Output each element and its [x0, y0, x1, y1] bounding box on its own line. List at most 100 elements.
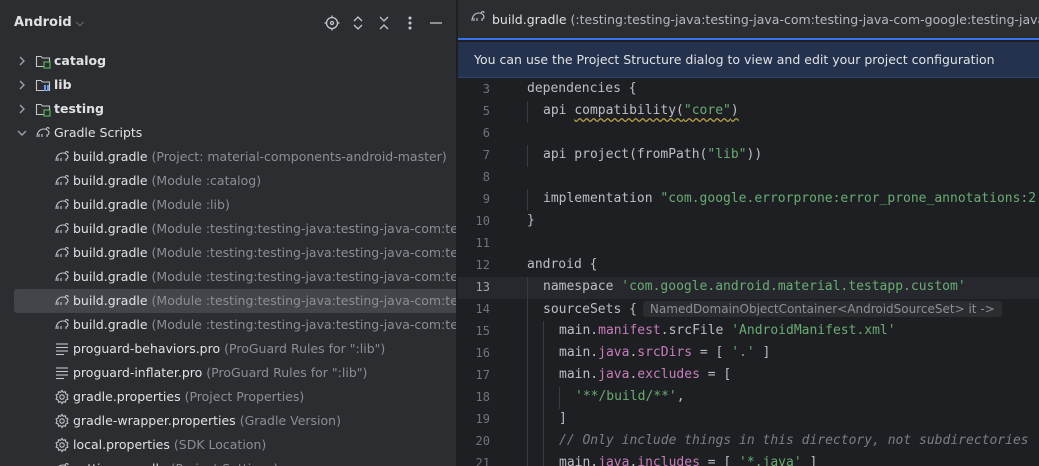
code-token: srcDirs [637, 345, 693, 360]
banner-text: You can use the Project Structure dialog… [474, 52, 995, 67]
tree-item-hint: (Module :testing:testing-java:testing-ja… [151, 317, 456, 332]
indent-guide [543, 321, 544, 343]
code-line[interactable]: 14 sourceSets {NamedDomainObjectContainer… [458, 299, 1039, 321]
tree-item[interactable]: lib [0, 73, 456, 97]
code-token: ] [754, 345, 771, 360]
chevron-down-icon: ⌵ [75, 16, 85, 29]
tree-item[interactable]: build.gradle (Project: material-component… [0, 145, 456, 169]
code-line[interactable]: 17 main.java.excludes = [ [458, 365, 1039, 387]
code-line[interactable]: 7 api project(fromPath("lib")) [458, 145, 1039, 167]
line-number: 21 [475, 456, 490, 466]
code-token: main. [559, 367, 599, 382]
indent-guide [527, 387, 528, 409]
code-token: implementation [543, 191, 661, 206]
code-line[interactable]: 8 [458, 167, 1039, 189]
code-line[interactable]: 16 main.java.srcDirs = [ '.' ] [458, 343, 1039, 365]
code-line[interactable]: 21 main.java.includes = [ '*.java' ] [458, 453, 1039, 466]
code-line[interactable]: 12 android { [458, 255, 1039, 277]
code-line[interactable]: 15 main.manifest.srcFile 'AndroidManifest… [458, 321, 1039, 343]
indent-guide [527, 277, 528, 299]
editor-tab[interactable]: build.gradle (:testing:testing-java:test… [458, 0, 1039, 40]
tree-item-label: proguard-inflater.pro (ProGuard Rules for… [73, 365, 367, 380]
code-token: ] [801, 455, 818, 466]
tree-item-hint: (Project Properties) [184, 389, 305, 404]
code-line[interactable]: 6 [458, 123, 1039, 145]
tree-item[interactable]: build.gradle (Module :testing:testing-jav… [0, 313, 456, 337]
settings-gear-icon [54, 389, 70, 405]
tree-item[interactable]: build.gradle (Module :testing:testing-jav… [14, 289, 456, 313]
tree-item-hint: (Project: material-components-android-ma… [151, 149, 447, 164]
line-number: 9 [482, 192, 490, 206]
tree-item[interactable]: proguard-inflater.pro (ProGuard Rules for… [0, 361, 456, 385]
code-line[interactable]: 10} [458, 211, 1039, 233]
line-number: 12 [475, 258, 490, 272]
tree-item-name: catalog [54, 53, 107, 68]
tree-item[interactable]: gradle-wrapper.properties (Gradle Version… [0, 409, 456, 433]
library-folder-icon [35, 77, 51, 93]
gradle-elephant-icon [54, 197, 70, 213]
code-token: excludes [637, 367, 700, 382]
tree-item-label: build.gradle (Project: material-component… [73, 149, 447, 164]
code-line[interactable]: 11 [458, 233, 1039, 255]
tree-item-name: proguard-behaviors.pro [73, 341, 221, 356]
code-text: sourceSets {NamedDomainObjectContainer<A… [543, 301, 1002, 317]
tree-item[interactable]: build.gradle (Module :testing:testing-jav… [0, 265, 456, 289]
minimize-icon[interactable] [426, 13, 446, 33]
tree-item-label: gradle.properties (Project Properties) [73, 389, 304, 404]
chevron-right-icon[interactable] [16, 103, 28, 115]
line-number: 14 [475, 302, 490, 316]
code-line[interactable]: 13 namespace 'com.google.android.material… [458, 277, 1039, 299]
tree-item[interactable]: catalog [0, 49, 456, 73]
code-token: android { [527, 257, 598, 272]
code-token: 'AndroidManifest.xml' [731, 323, 896, 338]
expand-all-icon[interactable] [348, 13, 368, 33]
code-text: dependencies { [527, 81, 637, 96]
locate-icon[interactable] [322, 13, 342, 33]
tree-item-hint: (Module :testing:testing-java:testing-ja… [151, 293, 456, 308]
tree-item[interactable]: build.gradle (Module :lib) [0, 193, 456, 217]
tree-item[interactable]: build.gradle (Module :testing:testing-jav… [0, 241, 456, 265]
gradle-elephant-icon [54, 269, 70, 285]
code-line[interactable]: 20 // Only include things in this directo… [458, 431, 1039, 453]
project-structure-banner[interactable]: You can use the Project Structure dialog… [458, 42, 1039, 78]
code-token: includes [637, 455, 700, 466]
code-token: manifest [598, 323, 661, 338]
tree-item[interactable]: local.properties (SDK Location) [0, 433, 456, 457]
chevron-down-icon[interactable] [16, 127, 28, 139]
code-line[interactable]: 19] [458, 409, 1039, 431]
tree-item-label: Gradle Scripts [54, 125, 142, 140]
tree-item[interactable]: testing [0, 97, 456, 121]
code-area[interactable]: 3 dependencies {5 api compatibility("core"… [458, 79, 1039, 466]
code-editor: build.gradle (:testing:testing-java:test… [458, 0, 1039, 466]
code-line[interactable]: 18 '**/build/**', [458, 387, 1039, 409]
code-line[interactable]: 5 api compatibility("core") [458, 101, 1039, 123]
code-text: api project(fromPath("lib")) [543, 147, 762, 162]
line-number: 20 [475, 434, 490, 448]
tree-item[interactable]: settings.gradle (Project Settings) [0, 457, 456, 466]
more-options-icon[interactable] [400, 13, 420, 33]
project-panel-header: Android ⌵ [0, 0, 456, 46]
code-line[interactable]: 9 implementation "com.google.errorprone:e… [458, 189, 1039, 211]
indent-guide [543, 387, 544, 409]
gradle-elephant-icon [54, 461, 70, 466]
chevron-right-icon[interactable] [16, 79, 28, 91]
code-token: 'com.google.android.material.testapp.cus… [621, 279, 966, 294]
tree-item[interactable]: proguard-behaviors.pro (ProGuard Rules fo… [0, 337, 456, 361]
tree-item[interactable]: Gradle Scripts [0, 121, 456, 145]
gradle-elephant-icon [54, 293, 70, 309]
project-view-selector[interactable]: Android ⌵ [14, 15, 84, 30]
text-file-icon [54, 341, 70, 357]
tree-item-label: build.gradle (Module :testing:testing-jav… [73, 269, 456, 284]
tree-item[interactable]: build.gradle (Module :catalog) [0, 169, 456, 193]
tree-item-name: gradle-wrapper.properties [73, 413, 236, 428]
tree-item-name: build.gradle [73, 149, 148, 164]
code-line[interactable]: 3 dependencies { [458, 79, 1039, 101]
chevron-right-icon[interactable] [16, 55, 28, 67]
tree-item-name: local.properties [73, 437, 170, 452]
inlay-hint: NamedDomainObjectContainer<AndroidSource… [642, 301, 1002, 317]
line-number: 10 [475, 214, 490, 228]
tree-item[interactable]: gradle.properties (Project Properties) [0, 385, 456, 409]
gradle-elephant-icon [54, 173, 70, 189]
collapse-all-icon[interactable] [374, 13, 394, 33]
tree-item[interactable]: build.gradle (Module :testing:testing-jav… [0, 217, 456, 241]
